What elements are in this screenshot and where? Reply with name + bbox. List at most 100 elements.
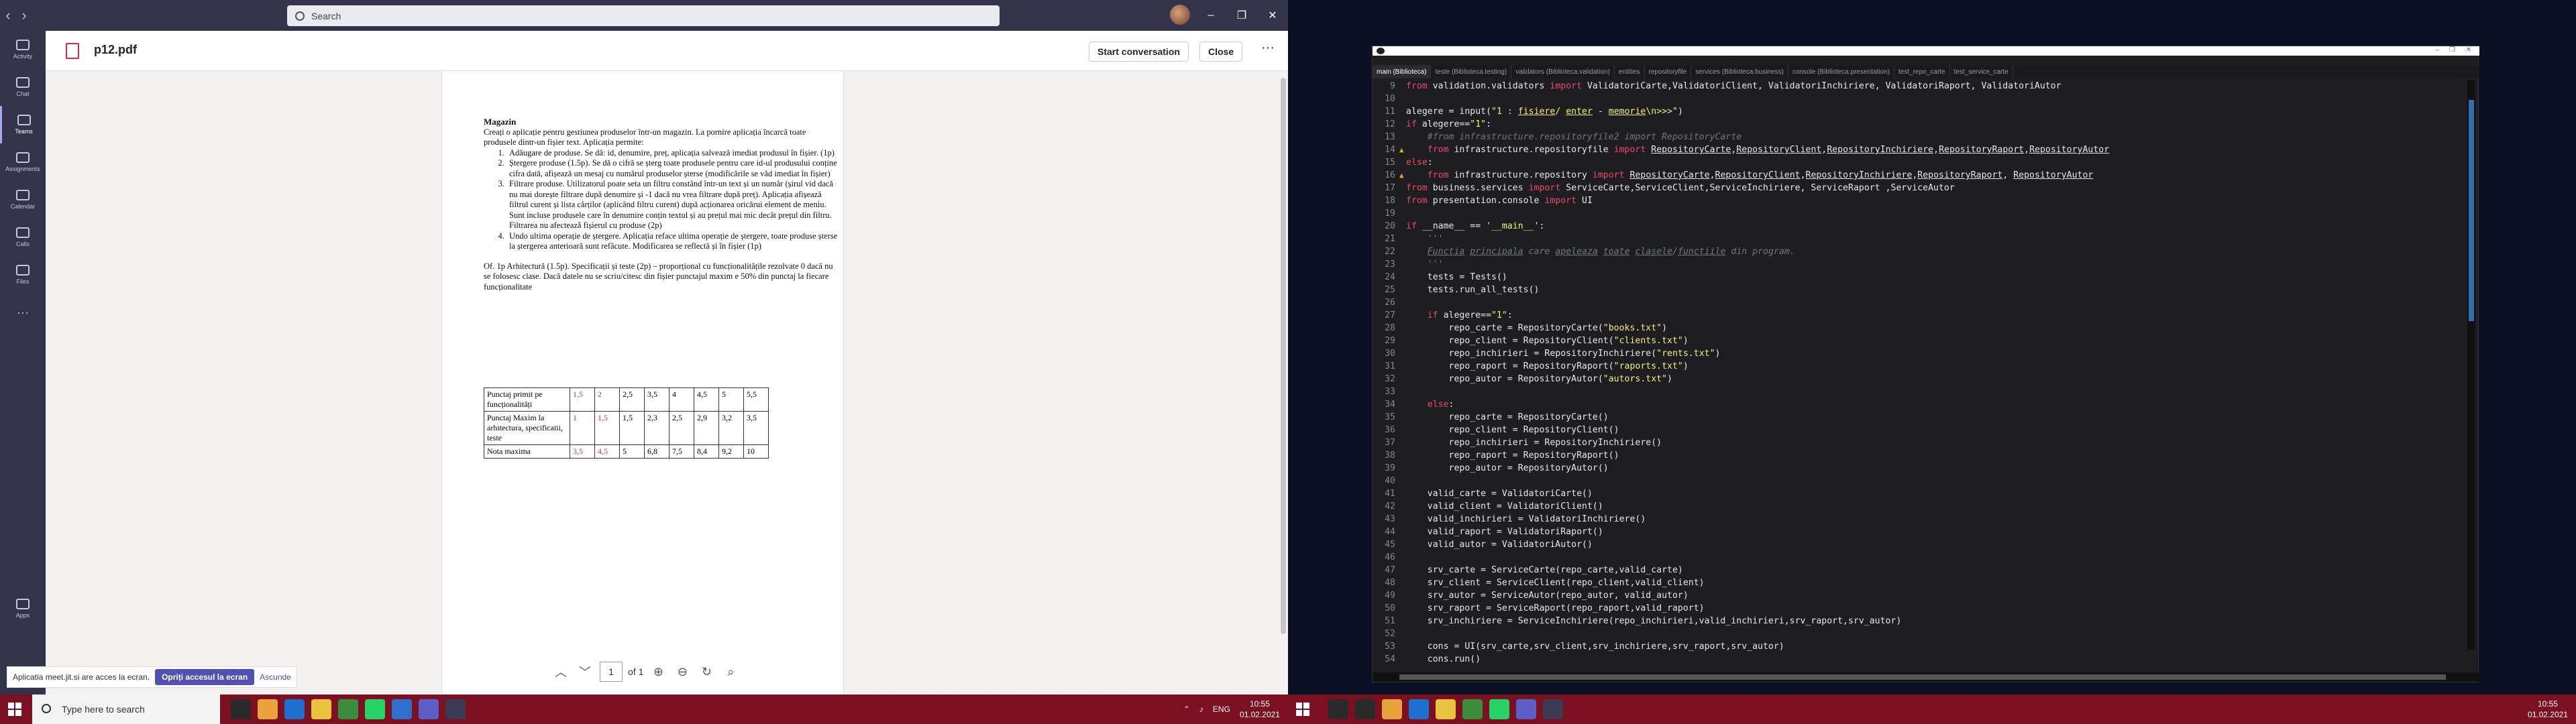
- tab-test-service-carte[interactable]: test_service_carte: [1950, 65, 2013, 78]
- clock[interactable]: 10:55 01.02.2021: [1240, 699, 1280, 720]
- maximize-icon[interactable]: ❐: [2449, 46, 2455, 54]
- volume-icon[interactable]: ♪: [1199, 705, 1203, 714]
- app-rail: Activity Chat Teams Assignments Calendar…: [0, 31, 46, 695]
- back-icon[interactable]: ‹: [0, 7, 16, 24]
- zoom-out-icon[interactable]: ⊖: [673, 662, 692, 681]
- folder-icon[interactable]: [311, 699, 331, 719]
- rotate-icon[interactable]: ↻: [697, 662, 716, 681]
- minimize-icon[interactable]: –: [1195, 0, 1226, 31]
- editor-tabs: main (Biblioteca) teste (Biblioteca.test…: [1373, 65, 2479, 78]
- windows-start-icon[interactable]: [1296, 703, 1309, 716]
- start-conversation-button[interactable]: Start conversation: [1089, 42, 1189, 62]
- tab-teste[interactable]: teste (Biblioteca.testing): [1431, 65, 1512, 78]
- table-row: Punctaj Maxim la arhitectura, specificat…: [484, 411, 769, 445]
- list-item: Adăugare de produse. Se dă: id, denumire…: [506, 148, 839, 159]
- maximize-icon[interactable]: ❐: [1226, 0, 1257, 31]
- wifi-icon[interactable]: ⌃: [1183, 705, 1190, 714]
- rail-chat[interactable]: Chat: [0, 68, 46, 106]
- tab-validators[interactable]: validators (Biblioteca.validation): [1511, 65, 1615, 78]
- chrome-icon[interactable]: [1462, 699, 1483, 719]
- teams-taskbar-icon[interactable]: [1516, 699, 1536, 719]
- tab-entities[interactable]: entities: [1615, 65, 1645, 78]
- pdf-icon: [66, 43, 79, 59]
- taskbar-search-input[interactable]: Type here to search: [32, 695, 220, 724]
- phone-icon: [16, 227, 30, 238]
- chrome-icon[interactable]: [338, 699, 358, 719]
- close-window-icon[interactable]: ✕: [2466, 46, 2471, 54]
- tab-console[interactable]: console (Biblioteca.presentation): [1788, 65, 1895, 78]
- search-input[interactable]: Search: [287, 5, 1000, 26]
- ide-taskbar-icon[interactable]: [1543, 699, 1563, 719]
- bell-icon: [16, 40, 30, 50]
- page-number-input[interactable]: 1: [600, 662, 623, 682]
- requirements-list: Adăugare de produse. Se dă: id, denumire…: [506, 148, 839, 252]
- table-row: Nota maxima 3,5 4,5 5 6,8 7,5 8,4 9,2 10: [484, 444, 769, 459]
- teams-taskbar-icon[interactable]: [419, 699, 439, 719]
- language-indicator[interactable]: ENG: [1213, 705, 1230, 714]
- zoom-in-icon[interactable]: ⊕: [649, 662, 667, 681]
- clock[interactable]: 10:55 01.02.2021: [2528, 699, 2568, 720]
- system-tray: 10:55 01.02.2021: [2528, 695, 2568, 724]
- title-bar: ‹ › Search – ❐ ✕: [0, 0, 1288, 31]
- apps-icon: [16, 599, 30, 609]
- rail-activity[interactable]: Activity: [0, 31, 46, 68]
- more-apps-icon[interactable]: ···: [0, 294, 46, 331]
- pdf-heading: Magazin: [484, 117, 517, 127]
- avatar[interactable]: [1170, 5, 1190, 25]
- chevron-down-icon[interactable]: ﹀: [576, 662, 594, 681]
- chevron-up-icon[interactable]: ︿: [551, 662, 570, 681]
- whatsapp-icon[interactable]: [1489, 699, 1509, 719]
- scrollbar[interactable]: [1279, 71, 1288, 695]
- rail-teams[interactable]: Teams: [0, 106, 46, 143]
- more-options-icon[interactable]: ···: [1261, 40, 1275, 56]
- whatsapp-icon[interactable]: [365, 699, 385, 719]
- ide-title-bar: – ❐ ✕: [1373, 46, 2479, 56]
- taskbar: 10:55 01.02.2021: [1288, 695, 2576, 724]
- code-editor[interactable]: 9 from validation.validators import Valid…: [1373, 80, 2466, 670]
- list-item: Ștergere produse (1.5p). Se dă o cifră s…: [506, 158, 839, 179]
- store-icon[interactable]: [258, 699, 278, 719]
- screen-share-notification: Aplicatia meet.jit.si are acces la ecran…: [7, 666, 297, 688]
- forward-icon[interactable]: ›: [16, 7, 32, 24]
- ide-taskbar-icon[interactable]: [445, 699, 466, 719]
- app-icon[interactable]: [392, 699, 412, 719]
- rail-apps[interactable]: Apps: [0, 590, 46, 627]
- stop-sharing-button[interactable]: Opriți accesul la ecran: [155, 669, 255, 685]
- ide-scrollbar[interactable]: [2467, 80, 2475, 650]
- tab-repositoryfile[interactable]: repositoryfile: [1645, 65, 1692, 78]
- close-window-icon[interactable]: ✕: [1257, 0, 1288, 31]
- taskbar: Type here to search ⌃ ♪ ENG 10:55 01.02.…: [0, 695, 1288, 724]
- tab-test-repo-carte[interactable]: test_repo_carte: [1894, 65, 1950, 78]
- task-view-icon[interactable]: [231, 699, 251, 719]
- tab-main[interactable]: main (Biblioteca): [1373, 65, 1432, 78]
- scroll-thumb[interactable]: [1399, 674, 2446, 680]
- list-item: Undo ultima operație de ștergere. Aplica…: [506, 231, 839, 252]
- scroll-thumb[interactable]: [1281, 78, 1286, 634]
- tab-services[interactable]: services (Biblioteca.business): [1691, 65, 1788, 78]
- store-icon[interactable]: [1382, 699, 1402, 719]
- rail-files[interactable]: Files: [0, 256, 46, 294]
- close-button[interactable]: Close: [1199, 42, 1243, 62]
- rail-calls[interactable]: Calls: [0, 219, 46, 256]
- file-icon: [16, 265, 30, 276]
- rail-assignments[interactable]: Assignments: [0, 143, 46, 181]
- mail-icon[interactable]: [284, 699, 305, 719]
- list-item: Filtrare produse. Utilizatorul poate set…: [506, 179, 839, 231]
- folder-icon[interactable]: [1436, 699, 1456, 719]
- search-icon[interactable]: [1328, 699, 1348, 719]
- ide-horizontal-scrollbar[interactable]: [1373, 672, 2479, 682]
- chat-icon: [16, 77, 30, 88]
- rail-calendar[interactable]: Calendar: [0, 181, 46, 219]
- hide-button[interactable]: Ascunde: [260, 672, 291, 682]
- pdf-intro: Creați o aplicație pentru gestiunea prod…: [484, 127, 806, 147]
- grading-table: Punctaj primit pe funcționalități 1,5 2 …: [484, 387, 769, 459]
- eclipse-icon: [1377, 48, 1385, 54]
- task-view-icon[interactable]: [1355, 699, 1375, 719]
- scroll-thumb[interactable]: [2469, 100, 2474, 321]
- mail-icon[interactable]: [1409, 699, 1429, 719]
- page-count: of 1: [628, 666, 644, 677]
- teams-icon: [17, 115, 31, 125]
- search-icon[interactable]: ⌕: [721, 662, 740, 681]
- windows-start-icon[interactable]: [8, 703, 21, 716]
- minimize-icon[interactable]: –: [2435, 46, 2439, 54]
